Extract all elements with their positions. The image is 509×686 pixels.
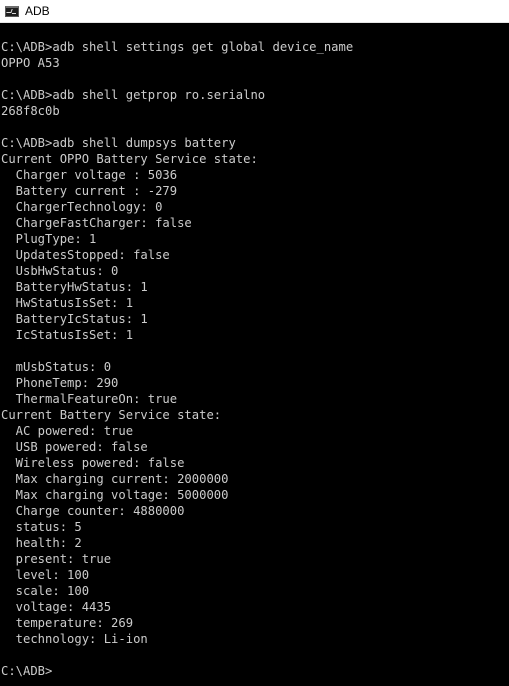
console-line: Max charging current: 2000000: [1, 472, 229, 486]
console-line: C:\ADB>adb shell settings get global dev…: [1, 40, 354, 54]
console-line: PlugType: 1: [1, 232, 97, 246]
console-line: C:\ADB>adb shell dumpsys battery: [1, 136, 236, 150]
console-line: mUsbStatus: 0: [1, 360, 112, 374]
console-line: BatteryIcStatus: 1: [1, 312, 148, 326]
cmd-icon: [5, 5, 19, 17]
console-line: technology: Li-ion: [1, 632, 148, 646]
console-line: level: 100: [1, 568, 90, 582]
window-title: ADB: [25, 4, 50, 18]
console-line: BatteryHwStatus: 1: [1, 280, 148, 294]
console-line: IcStatusIsSet: 1: [1, 328, 134, 342]
cmd-window: ADB C:\ADB>adb shell settings get global…: [0, 0, 509, 686]
console-line: Current Battery Service state:: [1, 408, 222, 422]
console-line: present: true: [1, 552, 112, 566]
console-line: USB powered: false: [1, 440, 148, 454]
console-line: AC powered: true: [1, 424, 134, 438]
console-line: ChargeFastCharger: false: [1, 216, 192, 230]
console-line: scale: 100: [1, 584, 90, 598]
console-line: OPPO A53: [1, 56, 60, 70]
title-bar[interactable]: ADB: [0, 0, 509, 23]
console-line: Max charging voltage: 5000000: [1, 488, 229, 502]
console-line: PhoneTemp: 290: [1, 376, 119, 390]
console-line: status: 5: [1, 520, 82, 534]
console-line: UpdatesStopped: false: [1, 248, 170, 262]
console-line: temperature: 269: [1, 616, 134, 630]
console-line: Charger voltage : 5036: [1, 168, 178, 182]
console-line: ThermalFeatureOn: true: [1, 392, 178, 406]
console-line: 268f8c0b: [1, 104, 60, 118]
console-line: Wireless powered: false: [1, 456, 185, 470]
console-line: Battery current : -279: [1, 184, 178, 198]
console-line: Current OPPO Battery Service state:: [1, 152, 258, 166]
console-line: health: 2: [1, 536, 82, 550]
console-line: ChargerTechnology: 0: [1, 200, 163, 214]
console-line: Charge counter: 4880000: [1, 504, 185, 518]
console-line: HwStatusIsSet: 1: [1, 296, 134, 310]
console-line: C:\ADB>adb shell getprop ro.serialno: [1, 88, 266, 102]
console-line: voltage: 4435: [1, 600, 112, 614]
console-line: C:\ADB>: [1, 664, 53, 678]
console-line: UsbHwStatus: 0: [1, 264, 119, 278]
console-output[interactable]: C:\ADB>adb shell settings get global dev…: [0, 23, 509, 686]
